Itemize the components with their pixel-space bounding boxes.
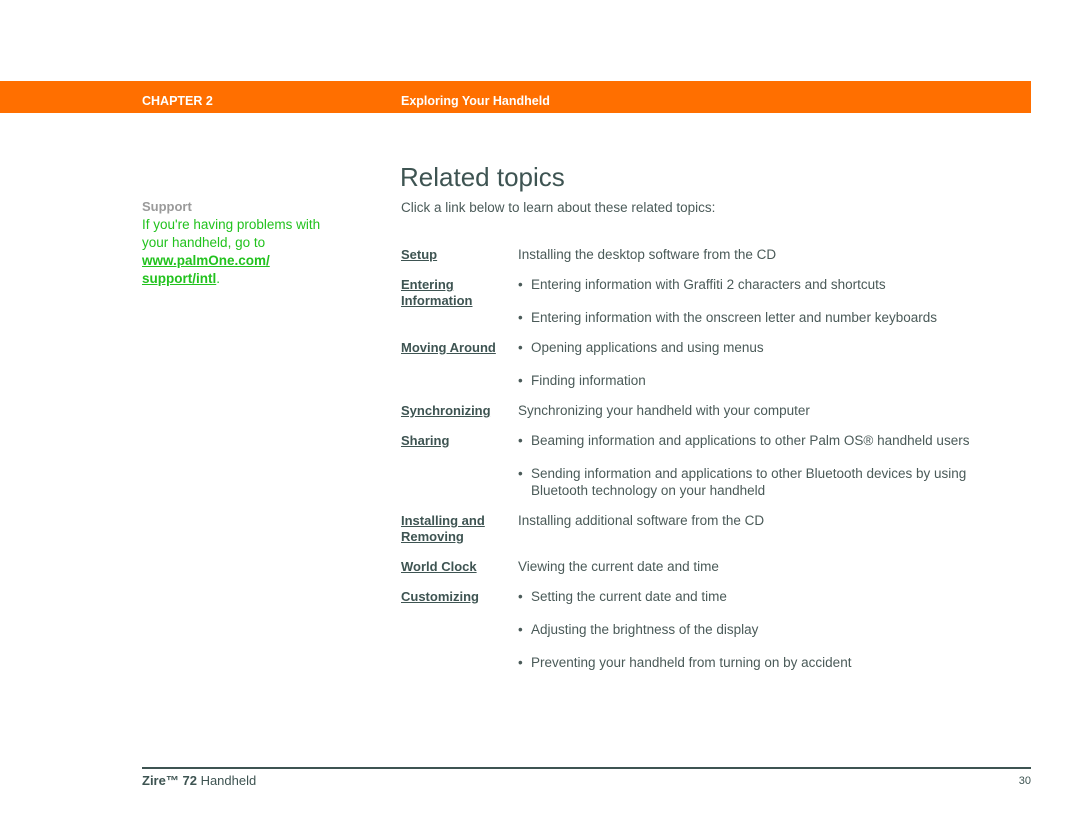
topic-item: • Preventing your handheld from turning o… [518,654,1021,671]
topic-item: • Entering information with the onscreen … [518,309,1021,326]
topic-description: • Entering information with Graffiti 2 ch… [518,276,1021,326]
bullet-icon: • [518,277,523,292]
topic-item-text: Installing the desktop software from the… [518,247,777,262]
topic-description: Viewing the current date and time [518,558,1021,575]
topic-link[interactable]: Moving Around [401,339,518,389]
topic-item-text: Preventing your handheld from turning on… [531,655,852,670]
topic-description: Installing additional software from the … [518,512,1021,545]
topic-item-text: Synchronizing your handheld with your co… [518,403,810,418]
topic-item: • Finding information [518,372,1021,389]
chapter-title: Exploring Your Handheld [401,94,550,108]
topic-description: • Opening applications and using menus • Fi… [518,339,1021,389]
topic-row: World Clock Viewing the current date and … [401,558,1021,575]
topic-item: Installing additional software from the … [518,512,1021,529]
topic-row: Synchronizing Synchronizing your handheld… [401,402,1021,419]
bullet-icon: • [518,466,523,481]
sidebar-text: If you're having problems with your hand… [142,216,332,288]
topic-item-text: Setting the current date and time [531,589,727,604]
topic-item-text: Opening applications and using menus [531,340,764,355]
topic-row: Moving Around • Opening applications and u… [401,339,1021,389]
topic-item: Viewing the current date and time [518,558,1021,575]
chapter-label: CHAPTER 2 [142,94,213,108]
topic-item: • Adjusting the brightness of the display [518,621,1021,638]
topic-row: Entering Information • Entering informatio… [401,276,1021,326]
topic-item: Synchronizing your handheld with your co… [518,402,1021,419]
topic-row: Installing and Removing Installing additi… [401,512,1021,545]
bullet-icon: • [518,310,523,325]
product-model: 72 [182,773,197,788]
topic-link[interactable]: Sharing [401,432,518,499]
topic-item: • Sending information and applications to… [518,465,1021,499]
topic-item-text: Sending information and applications to … [531,466,967,498]
bullet-icon: • [518,589,523,604]
topic-item-text: Finding information [531,373,646,388]
intro-text: Click a link below to learn about these … [401,200,716,215]
topic-description: Installing the desktop software from the… [518,246,1021,263]
topic-link[interactable]: Customizing [401,588,518,671]
topic-link[interactable]: Setup [401,246,518,263]
topic-link[interactable]: Entering Information [401,276,518,326]
topic-description: Synchronizing your handheld with your co… [518,402,1021,419]
sidebar-body: If you're having problems with your hand… [142,217,321,250]
footer-divider [142,767,1031,769]
topic-item: • Opening applications and using menus [518,339,1021,356]
support-link[interactable]: www.palmOne.com/ support/intl [142,253,270,286]
support-sidebar: Support If you're having problems with y… [142,199,332,288]
topic-link[interactable]: Installing and Removing [401,512,518,545]
topic-link[interactable]: World Clock [401,558,518,575]
topic-item-text: Adjusting the brightness of the display [531,622,759,637]
bullet-icon: • [518,622,523,637]
product-suffix: Handheld [200,773,257,788]
bullet-icon: • [518,433,523,448]
topic-item: • Beaming information and applications to… [518,432,1021,449]
related-topics-list: Setup Installing the desktop software fro… [401,246,1021,684]
topic-item-text: Entering information with Graffiti 2 cha… [531,277,886,292]
topic-link[interactable]: Synchronizing [401,402,518,419]
topic-description: • Beaming information and applications to… [518,432,1021,499]
topic-row: Sharing • Beaming information and applicat… [401,432,1021,499]
topic-item: Installing the desktop software from the… [518,246,1021,263]
page-number: 30 [1018,775,1031,787]
topic-item: • Setting the current date and time [518,588,1021,605]
topic-item-text: Viewing the current date and time [518,559,719,574]
bullet-icon: • [518,655,523,670]
topic-item: • Entering information with Graffiti 2 ch… [518,276,1021,293]
sidebar-title: Support [142,199,192,214]
footer-product: Zire™ 72 Handheld [142,773,256,788]
topic-item-text: Installing additional software from the … [518,513,765,528]
sidebar-suffix: . [216,271,221,286]
topic-description: • Setting the current date and time • Adjus… [518,588,1021,671]
bullet-icon: • [518,373,523,388]
topic-row: Customizing • Setting the current date and… [401,588,1021,671]
topic-row: Setup Installing the desktop software fro… [401,246,1021,263]
page-title: Related topics [400,162,565,192]
product-name: Zire™ [142,773,179,788]
topic-item-text: Entering information with the onscreen l… [531,310,937,325]
bullet-icon: • [518,340,523,355]
chapter-header-bar: CHAPTER 2 Exploring Your Handheld [0,81,1031,113]
topic-item-text: Beaming information and applications to … [531,433,970,448]
